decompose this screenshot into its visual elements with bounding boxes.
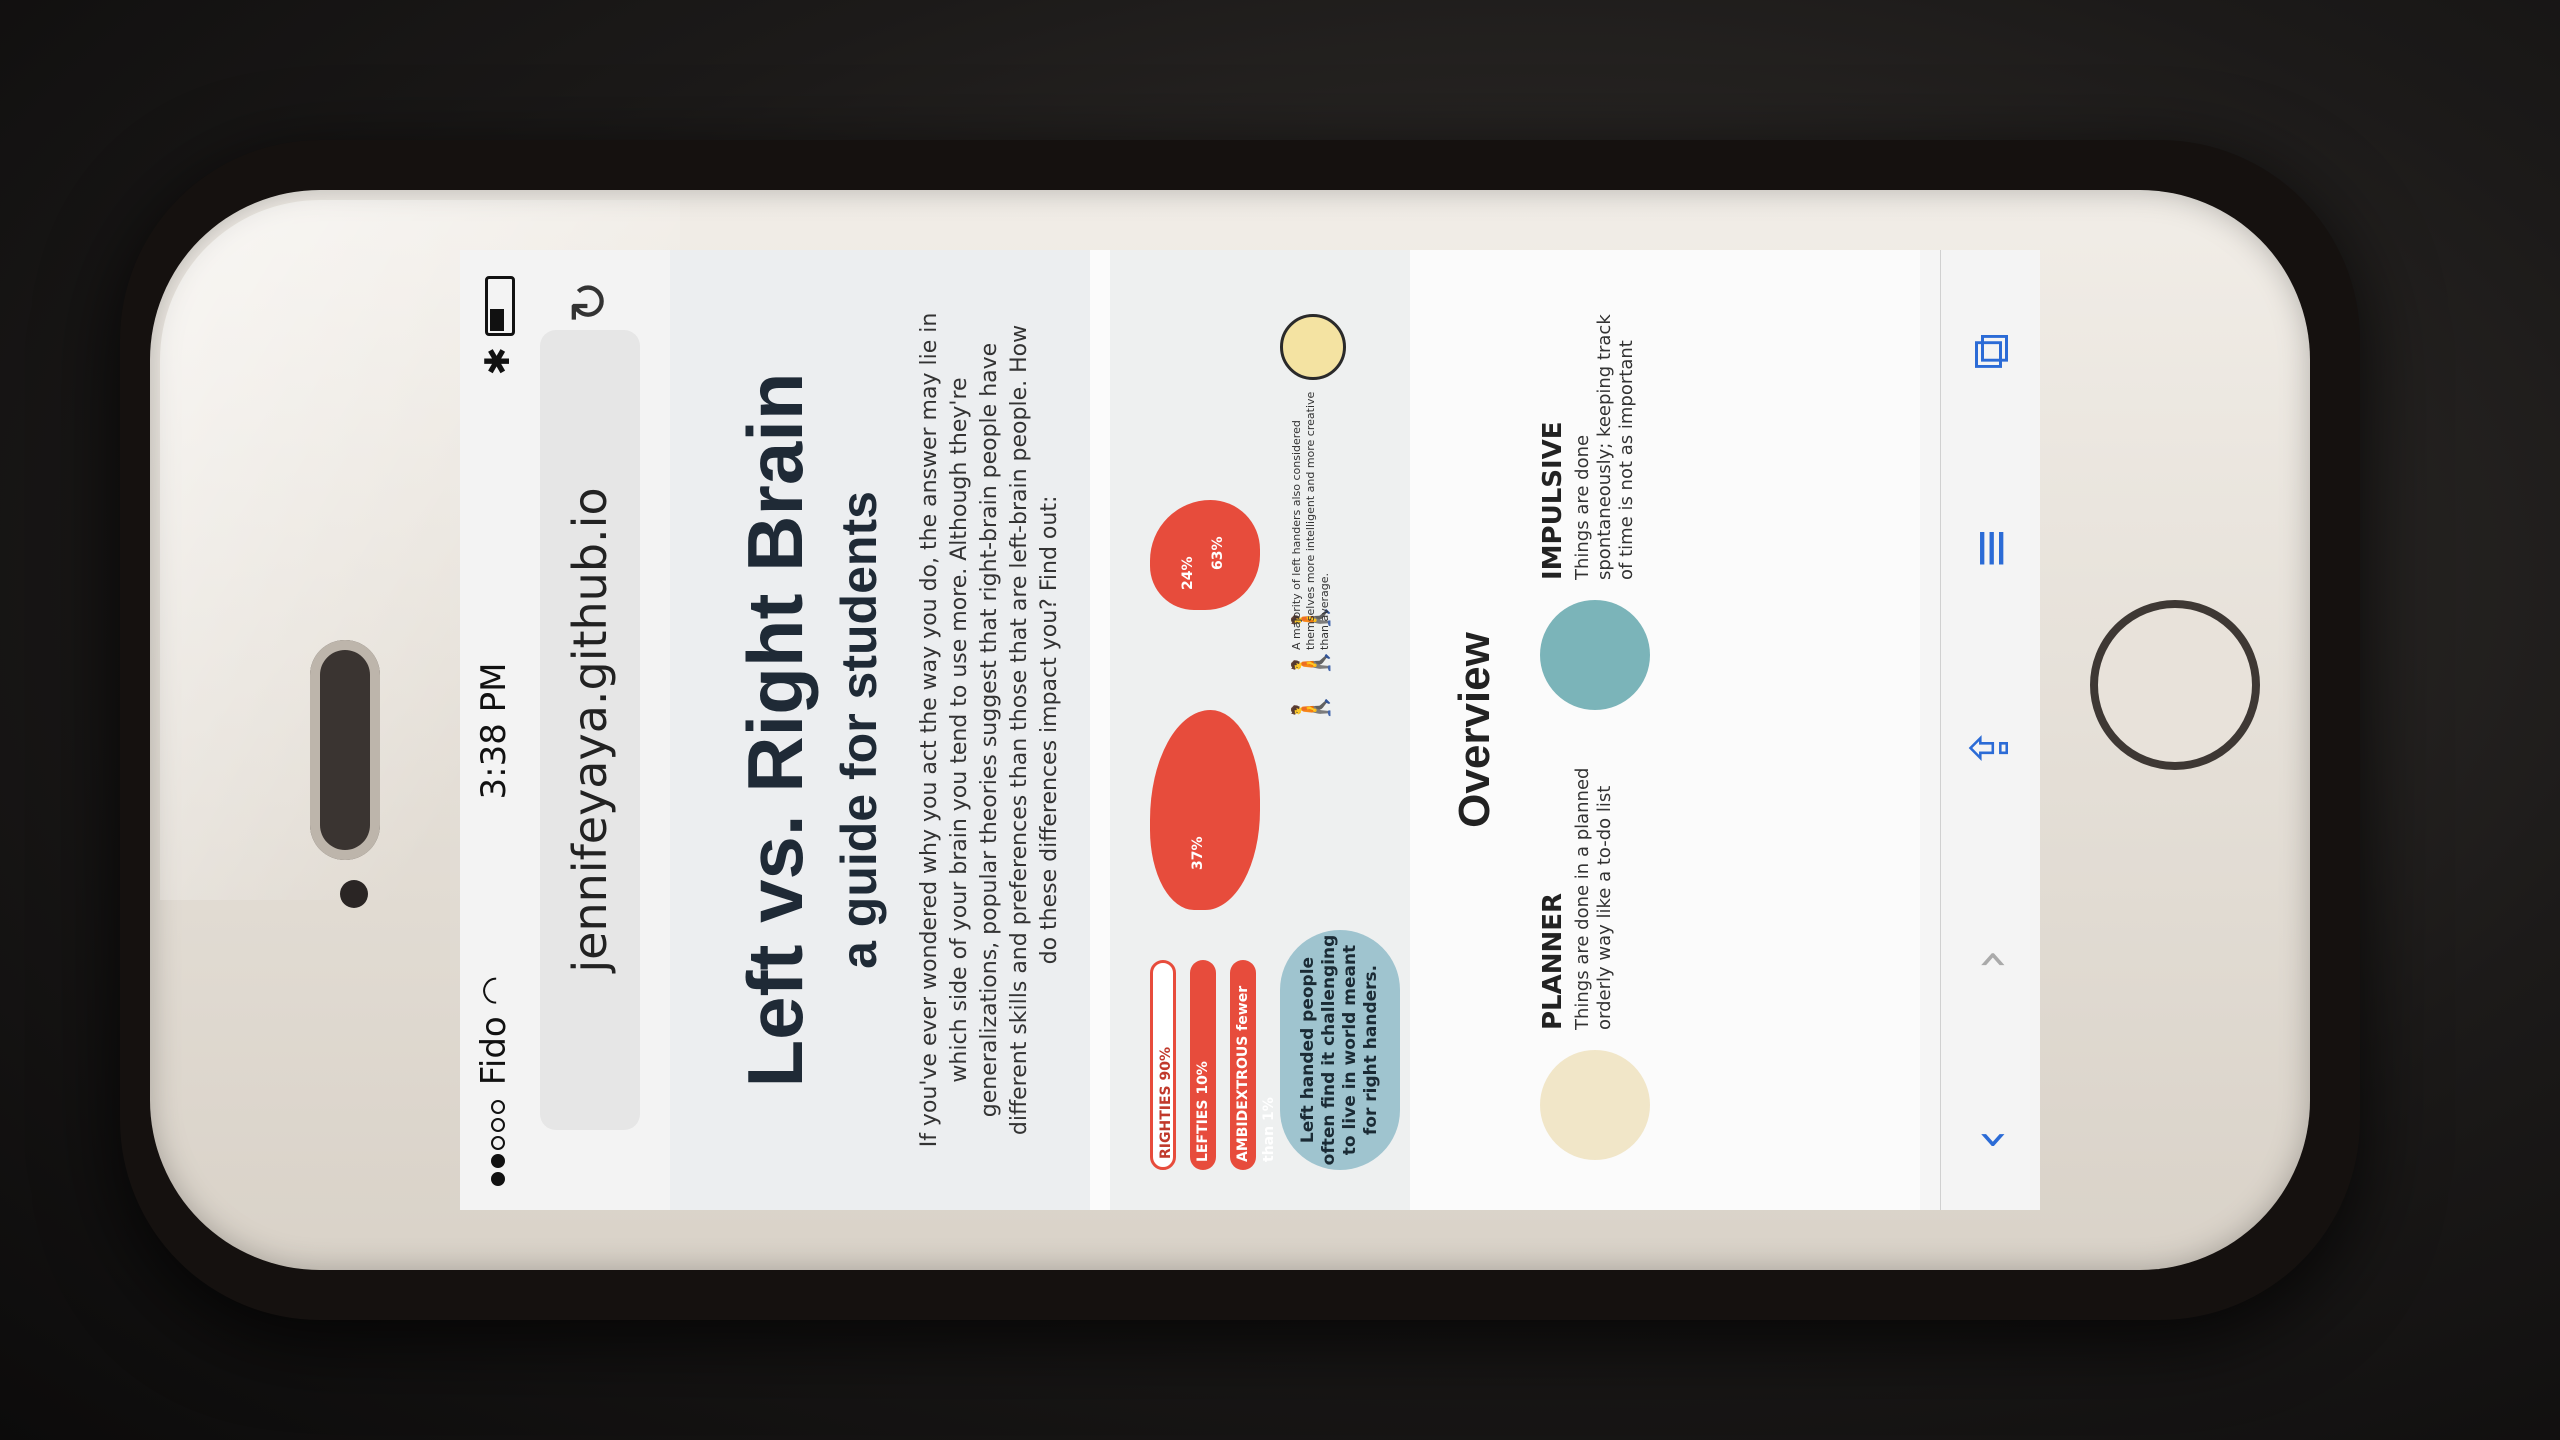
browser-toolbar: ‹ › ⇪ ≡ ⧉ [1940, 250, 2040, 1210]
status-time: 3:38 PM [474, 662, 514, 800]
share-icon[interactable]: ⇪ [1959, 726, 2023, 770]
home-button[interactable] [2090, 600, 2260, 770]
browser-chrome: Fido ◠ 3:38 PM ✱ jennifeyaya.github.io ↻ [460, 250, 671, 1210]
trait-name: PLANNER [1538, 892, 1568, 1030]
status-bar: Fido ◠ 3:38 PM ✱ [474, 276, 520, 1186]
page-title: Left vs. Right Brain [731, 372, 819, 1088]
reload-icon[interactable]: ↻ [540, 280, 640, 324]
notepad-icon [1540, 1050, 1650, 1160]
chevron-left-icon[interactable]: ‹ [1959, 1129, 2023, 1150]
intro-paragraph: If you've ever wondered why you act the … [917, 312, 1062, 1148]
address-bar[interactable]: jennifeyaya.github.io [540, 330, 640, 1130]
germany-map [1150, 500, 1260, 610]
overview-heading: Overview [1450, 632, 1499, 828]
trait-description: Things are done spontaneously; keeping t… [1572, 314, 1637, 580]
phone-screen: Fido ◠ 3:38 PM ✱ jennifeyaya.github.io ↻… [460, 250, 2040, 1210]
usa-map [1150, 710, 1260, 910]
screen-content: Fido ◠ 3:38 PM ✱ jennifeyaya.github.io ↻… [460, 250, 2040, 1210]
status-right: ✱ [478, 276, 518, 375]
book-icon[interactable]: ≡ [1959, 526, 2023, 570]
lightbulb-icon [1280, 314, 1346, 380]
lefty-callout: Left handed people often find it challen… [1280, 930, 1400, 1170]
trait-name: IMPULSIVE [1538, 421, 1568, 580]
bluetooth-icon: ✱ [478, 346, 518, 376]
front-camera [340, 880, 368, 908]
earpiece-speaker [310, 640, 380, 860]
infographic: RIGHTIES 90% LEFTIES 10% AMBIDEXTROUS fe… [1110, 250, 1410, 1210]
bar-ambidextrous: AMBIDEXTROUS fewer than 1% [1230, 960, 1277, 1170]
map-percent-2: 24% [1180, 556, 1196, 590]
battery-icon [484, 276, 515, 336]
map-percent-3: 63% [1210, 536, 1226, 570]
hero-section: Left vs. Right Brain a guide for student… [670, 250, 1090, 1210]
bar-righties: RIGHTIES 90% [1150, 960, 1176, 1170]
intelligence-stat: A majority of left handers also consider… [1290, 391, 1331, 650]
chevron-right-icon[interactable]: › [1959, 949, 2023, 970]
page-subtitle: a guide for students [831, 491, 887, 969]
bar-lefties: LEFTIES 10% [1190, 960, 1216, 1170]
map-percent-1: 37% [1190, 836, 1206, 870]
trait-planner: PLANNER Things are done in a planned ord… [1530, 740, 1710, 1160]
trait-impulsive: IMPULSIVE Things are done spontaneously;… [1530, 290, 1710, 710]
tabs-icon[interactable]: ⧉ [1959, 333, 2023, 370]
trait-description: Things are done in a planned orderly way… [1572, 767, 1615, 1030]
web-page: Left vs. Right Brain a guide for student… [670, 250, 1920, 1210]
compass-icon [1540, 600, 1650, 710]
